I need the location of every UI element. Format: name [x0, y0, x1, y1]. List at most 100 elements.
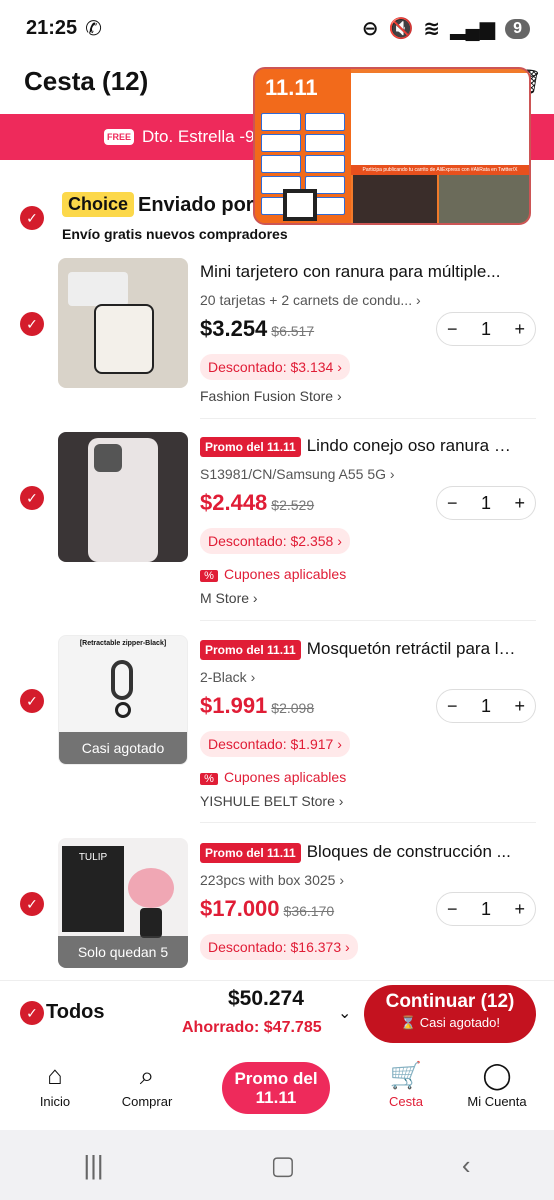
divider [200, 822, 536, 823]
quantity-value: 1 [480, 492, 491, 513]
item-title[interactable]: Promo del 11.11 Lindo conejo oso ranura p… [200, 436, 516, 457]
overlay-brand: 11.11 [265, 75, 318, 100]
status-time: 21:25 [26, 16, 78, 39]
overlay-banner: Participa publicando tu carrito de AliEx… [351, 165, 529, 175]
coupon-link[interactable]: % Cupones aplicables [200, 769, 346, 785]
mute-icon: 🔇 [388, 18, 414, 40]
item-title[interactable]: Promo del 11.11 Bloques de construcción .… [200, 842, 516, 863]
plus-icon[interactable]: + [514, 493, 525, 514]
plus-icon[interactable]: + [514, 899, 525, 920]
original-price: $6.517 [271, 323, 315, 339]
cart-icon: 🛒 [389, 1060, 423, 1090]
search-icon: ⌕ [139, 1060, 155, 1090]
coupon-grid: 11.11 [255, 69, 351, 223]
recents-icon[interactable]: ||| [83, 1150, 103, 1181]
item-checkbox[interactable]: ✓ [20, 486, 44, 510]
select-all-checkbox[interactable]: ✓ [20, 1001, 44, 1025]
continue-label: Continuar (12) [385, 991, 515, 1012]
signal-icon: ▂▄▆ [450, 18, 496, 40]
product-thumbnail[interactable] [58, 258, 188, 388]
percent-icon: % [200, 773, 218, 785]
thumbnail-caption: TULIP [62, 846, 124, 932]
store-link[interactable]: M Store › [200, 590, 258, 606]
home-button-icon[interactable]: ▢ [271, 1150, 296, 1181]
nav-promo-line1: Promo del [234, 1069, 318, 1088]
item-variant[interactable]: S13981/CN/Samsung A55 5G › [200, 466, 395, 482]
plus-icon[interactable]: + [514, 696, 525, 717]
percent-icon: % [200, 570, 218, 582]
system-nav-bar: ||| ▢ ‹ [0, 1130, 554, 1200]
thumbnail-caption: [Retractable zipper-Black] [79, 640, 167, 647]
divider [200, 620, 536, 621]
section-subtitle: Envío gratis nuevos compradores [62, 226, 288, 242]
promo-tag: Promo del 11.11 [200, 639, 301, 660]
item-variant[interactable]: 20 tarjetas + 2 carnets de condu... › [200, 292, 421, 308]
original-price: $2.529 [271, 497, 315, 513]
user-icon: ◯ [482, 1060, 512, 1090]
promo-tag: Promo del 11.11 [200, 436, 301, 457]
divider [200, 418, 536, 419]
stock-label: Casi agotado [59, 732, 187, 764]
item-price: $17.000 $36.170 [200, 896, 335, 921]
qr-code-icon [283, 189, 317, 221]
item-checkbox[interactable]: ✓ [20, 312, 44, 336]
item-checkbox[interactable]: ✓ [20, 892, 44, 916]
item-price: $2.448 $2.529 [200, 490, 315, 515]
select-all-label[interactable]: Todos [46, 1001, 105, 1024]
item-variant[interactable]: 223pcs with box 3025 › [200, 872, 344, 888]
chevron-down-icon[interactable]: ⌄ [338, 1003, 351, 1023]
nav-inicio[interactable]: ⌂ Inicio [10, 1060, 100, 1109]
quantity-value: 1 [480, 898, 491, 919]
choice-badge: Choice [62, 192, 135, 217]
item-title[interactable]: Mini tarjetero con ranura para múltiple.… [200, 262, 516, 282]
webcam-feed [439, 175, 529, 223]
discount-badge[interactable]: Descontado: $16.373 › [200, 934, 358, 960]
page-title: Cesta (12) [24, 66, 149, 96]
nav-promo[interactable]: Promo del 11.11 [222, 1062, 330, 1114]
continue-button[interactable]: Continuar (12) ⌛ Casi agotado! [364, 985, 536, 1043]
webcam-feed [353, 175, 437, 223]
item-title[interactable]: Promo del 11.11 Mosquetón retráctil para … [200, 639, 516, 660]
home-icon: ⌂ [47, 1060, 63, 1090]
store-link[interactable]: YISHULE BELT Store › [200, 793, 343, 809]
section-title: Enviado por [138, 194, 254, 216]
cart-item: ✓ [Retractable zipper-Black] Casi agotad… [0, 635, 554, 825]
minus-icon[interactable]: − [447, 899, 458, 920]
quantity-stepper[interactable]: − 1 + [436, 689, 536, 723]
battery-icon: 9 [505, 18, 530, 39]
original-price: $36.170 [283, 903, 335, 919]
quantity-value: 1 [480, 318, 491, 339]
quantity-stepper[interactable]: − 1 + [436, 892, 536, 926]
item-variant[interactable]: 2-Black › [200, 669, 255, 685]
coupon-link[interactable]: % Cupones aplicables [200, 566, 346, 582]
minus-icon[interactable]: − [447, 493, 458, 514]
quantity-stepper[interactable]: − 1 + [436, 486, 536, 520]
stock-label: Solo quedan 5 [58, 936, 188, 968]
nav-cuenta[interactable]: ◯ Mi Cuenta [452, 1060, 542, 1109]
nav-promo-line2: 11.11 [255, 1088, 297, 1107]
promo-tag: Promo del 11.11 [200, 842, 301, 863]
discount-badge[interactable]: Descontado: $1.917 › [200, 731, 350, 757]
whatsapp-icon: ✆ [85, 17, 102, 40]
discount-badge[interactable]: Descontado: $2.358 › [200, 528, 350, 554]
product-thumbnail[interactable]: TULIP Solo quedan 5 [58, 838, 188, 968]
store-link[interactable]: Fashion Fusion Store › [200, 388, 342, 404]
quantity-stepper[interactable]: − 1 + [436, 312, 536, 346]
item-price: $3.254 $6.517 [200, 316, 315, 341]
nav-cesta[interactable]: 🛒 Cesta [361, 1060, 451, 1109]
discount-badge[interactable]: Descontado: $3.134 › [200, 354, 350, 380]
status-bar: 21:25 ✆ ⊖ 🔇 ≋ ▂▄▆ 9 [0, 0, 554, 56]
dnd-icon: ⊖ [361, 18, 379, 40]
minus-icon[interactable]: − [447, 696, 458, 717]
product-thumbnail[interactable] [58, 432, 188, 562]
section-checkbox[interactable]: ✓ [20, 206, 44, 230]
continue-sublabel: ⌛ Casi agotado! [399, 1015, 501, 1030]
status-icons: ⊖ 🔇 ≋ ▂▄▆ 9 [362, 16, 530, 41]
back-icon[interactable]: ‹ [462, 1150, 471, 1181]
item-checkbox[interactable]: ✓ [20, 689, 44, 713]
minus-icon[interactable]: − [447, 319, 458, 340]
plus-icon[interactable]: + [514, 319, 525, 340]
product-thumbnail[interactable]: [Retractable zipper-Black] Casi agotado [58, 635, 188, 765]
nav-comprar[interactable]: ⌕ Comprar [102, 1060, 192, 1109]
pip-video-overlay[interactable]: 11.11 Participa publicando tu carrito de… [253, 67, 531, 225]
